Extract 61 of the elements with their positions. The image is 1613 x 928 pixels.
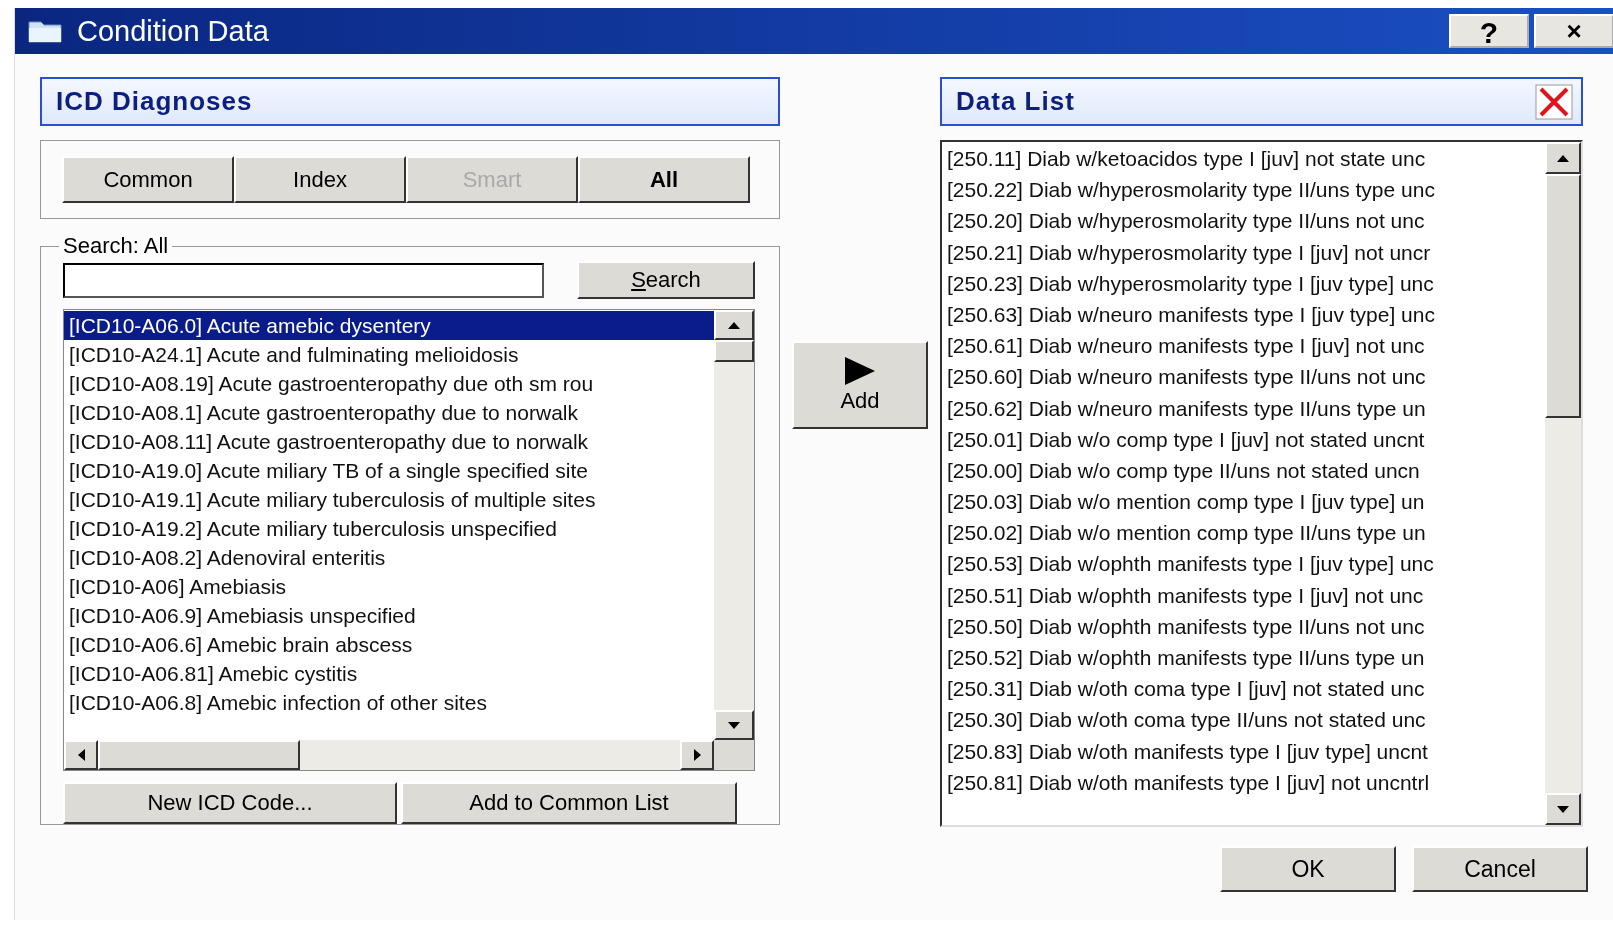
list-item[interactable]: [250.60] Diab w/neuro manifests type II/uns not unc <box>942 361 1545 393</box>
close-icon[interactable] <box>1535 83 1573 120</box>
panel-title: ICD Diagnoses <box>56 86 253 117</box>
filter-tab[interactable]: Index <box>234 156 406 203</box>
list-item[interactable]: [250.52] Diab w/ophth manifests type II/uns type un <box>942 642 1545 674</box>
list-item[interactable]: [ICD10-A08.2] Adenoviral enteritis <box>64 543 386 572</box>
list-item[interactable]: [250.00] Diab w/o comp type II/uns not stated uncn <box>942 454 1545 487</box>
list-item[interactable]: [ICD10-A19.2] Acute miliary tuberculosis unspecified <box>64 514 557 543</box>
list-item[interactable]: [250.01] Diab w/o comp type I [juv] not stated uncnt <box>942 423 1545 455</box>
list-item[interactable]: [ICD10-A06.0] Acute amebic dysentery <box>64 311 714 340</box>
list-item[interactable]: [250.03] Diab w/o mention comp type I [juv type] un <box>942 486 1545 518</box>
list-item[interactable]: [250.53] Diab w/ophth manifests type I [juv type] unc <box>942 548 1545 580</box>
close-button[interactable]: × <box>1534 14 1613 48</box>
list-item[interactable]: [250.63] Diab w/neuro manifests type I [juv type] unc <box>942 298 1545 331</box>
list-item[interactable]: [250.21] Diab w/hyperosmolarity type I [juv] not uncr <box>942 236 1545 268</box>
list-item[interactable]: [ICD10-A06.8] Amebic infection of other sites <box>64 688 487 717</box>
search-button[interactable]: Search <box>577 261 755 299</box>
play-arrow-icon <box>843 356 877 386</box>
window-title: Condition Data <box>77 14 270 48</box>
list-item[interactable]: [250.83] Diab w/oth manifests type I [juv type] uncnt <box>942 735 1545 767</box>
list-item[interactable]: [250.81] Diab w/oth manifests type I [juv] not uncntrl <box>942 766 1545 798</box>
horizontal-scrollbar[interactable] <box>64 740 714 770</box>
vertical-scrollbar[interactable] <box>1545 142 1581 825</box>
list-item[interactable]: [ICD10-A19.1] Acute miliary tuberculosis of multiple sites <box>64 485 596 514</box>
list-item[interactable]: [ICD10-A06.6] Amebic brain abscess <box>64 630 413 659</box>
list-item[interactable]: [250.11] Diab w/ketoacidos type I [juv] not state unc <box>942 143 1545 175</box>
list-item[interactable]: [ICD10-A08.19] Acute gastroenteropathy due oth sm rou <box>64 369 594 398</box>
list-item[interactable]: [250.20] Diab w/hyperosmolarity type II/uns not unc <box>942 205 1545 237</box>
list-item[interactable]: [ICD10-A06.9] Amebiasis unspecified <box>64 601 416 630</box>
list-item[interactable]: [250.50] Diab w/ophth manifests type II/uns not unc <box>942 610 1545 642</box>
list-item[interactable]: [ICD10-A06] Amebiasis <box>64 572 287 601</box>
new-code-button[interactable]: New ICD Code... <box>63 782 397 824</box>
list-item[interactable]: [250.31] Diab w/oth coma type I [juv] not stated unc <box>942 673 1545 705</box>
list-item[interactable]: [ICD10-A24.1] Acute and fulminating melioidosis <box>64 340 519 369</box>
list-item[interactable]: [250.22] Diab w/hyperosmolarity type II/uns type unc <box>942 174 1545 206</box>
list-item[interactable]: [250.30] Diab w/oth coma type II/uns not stated unc <box>942 704 1545 736</box>
panel-title: Data List <box>956 86 1075 117</box>
vertical-scrollbar[interactable] <box>714 310 754 740</box>
scrollbar-corner <box>714 740 754 770</box>
list-item[interactable]: [ICD10-A19.0] Acute miliary TB of a single specified site <box>64 456 589 485</box>
add-to-list-button[interactable]: Add to Common List <box>401 782 737 824</box>
scroll-thumb[interactable] <box>714 340 754 362</box>
help-button[interactable]: ? <box>1449 14 1529 48</box>
filter-tab[interactable]: Common <box>62 156 234 203</box>
list-item[interactable]: [250.23] Diab w/hyperosmolarity type I [juv type] unc <box>942 267 1545 299</box>
filter-tab[interactable]: All <box>578 156 750 203</box>
list-item[interactable]: [ICD10-A08.11] Acute gastroenteropathy due to norwalk <box>64 427 589 456</box>
list-item[interactable]: [ICD10-A06.81] Amebic cystitis <box>64 659 358 688</box>
search-field[interactable] <box>63 262 544 298</box>
scroll-thumb[interactable] <box>98 740 300 770</box>
list-item[interactable]: [250.62] Diab w/neuro manifests type II/uns type un <box>942 392 1545 424</box>
scroll-thumb[interactable] <box>1545 174 1581 418</box>
add-button[interactable]: Add <box>792 341 928 429</box>
list-item[interactable]: [ICD10-A08.1] Acute gastroenteropathy due to norwalk <box>64 398 578 427</box>
group-label: Search: All <box>62 233 170 259</box>
cancel-button[interactable]: Cancel <box>1412 846 1588 892</box>
list-item[interactable]: [250.61] Diab w/neuro manifests type I [juv] not unc <box>942 330 1545 362</box>
list-item[interactable]: [250.02] Diab w/o mention comp type II/uns type un <box>942 517 1545 549</box>
list-item[interactable]: [250.51] Diab w/ophth manifests type I [juv] not unc <box>942 579 1545 611</box>
ok-button[interactable]: OK <box>1220 846 1396 892</box>
folder-icon <box>27 18 63 44</box>
